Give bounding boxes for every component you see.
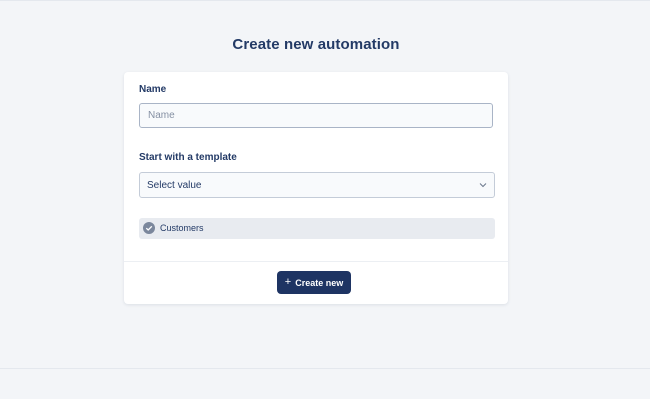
plus-icon: + [284,276,292,288]
selected-template-tag[interactable]: Customers [139,218,495,239]
chevron-down-icon [479,183,487,188]
template-select-value: Select value [147,180,202,191]
template-label: Start with a template [139,152,237,163]
create-new-label: Create new [295,277,344,288]
create-new-button[interactable]: + Create new [277,271,351,294]
template-select[interactable]: Select value [139,172,495,198]
name-label: Name [139,84,167,95]
card-divider [124,261,508,262]
bottom-border [0,368,650,369]
name-input[interactable] [139,103,493,128]
top-border [0,0,650,1]
tag-label: Customers [160,223,204,233]
automation-form-card: Name Start with a template Select value … [124,72,508,304]
page-title: Create new automation [232,36,400,53]
check-circle-icon [143,222,155,234]
